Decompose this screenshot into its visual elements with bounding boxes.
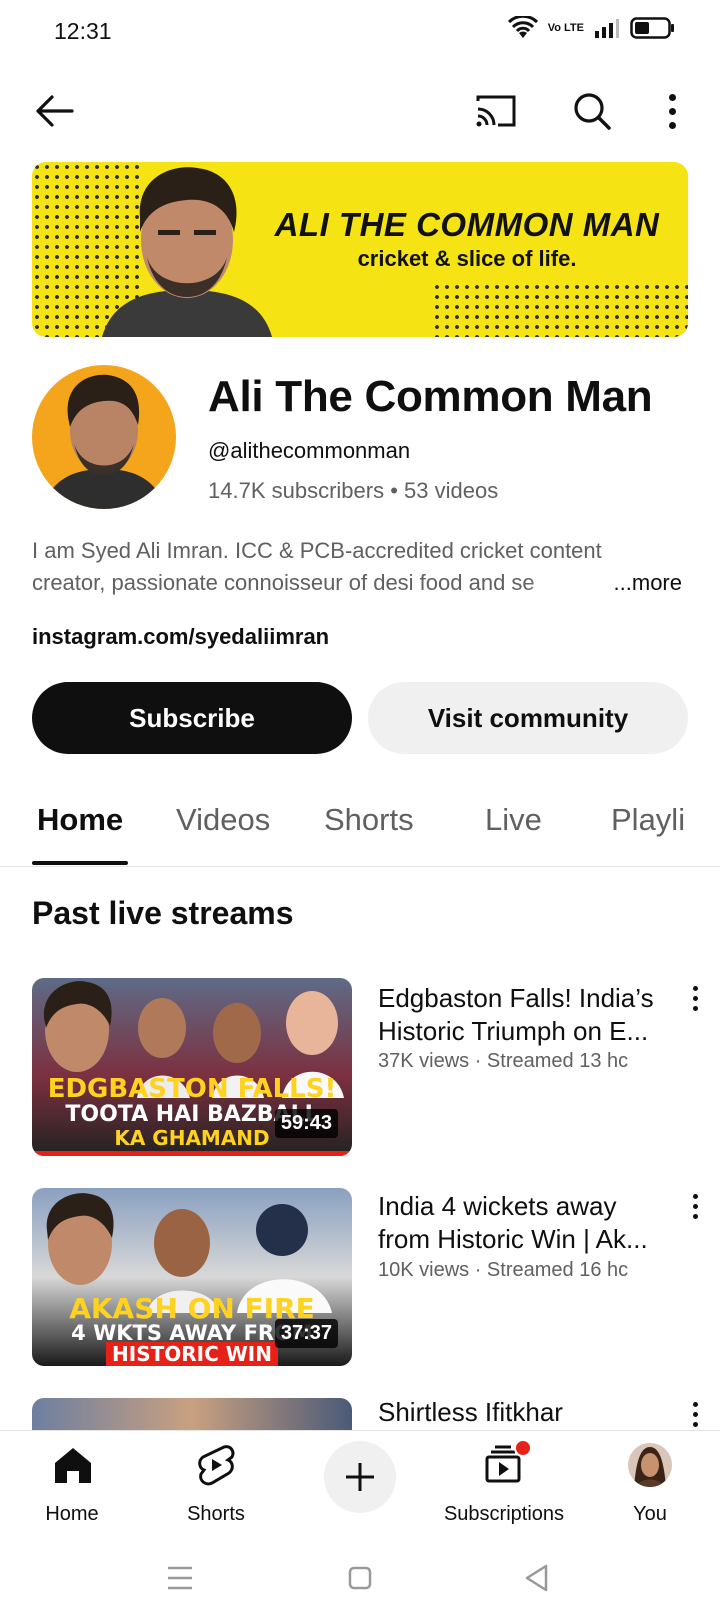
video-meta: 37K views · Streamed 13 hc [378, 1050, 629, 1072]
banner-title: ALI THE COMMON MAN [274, 206, 660, 243]
banner-subtitle: cricket & slice of life. [357, 246, 577, 271]
video-title[interactable]: Shirtless Ifitkhar [378, 1396, 670, 1429]
tab-videos[interactable]: Videos [176, 802, 270, 838]
channel-banner: ALI THE COMMON MAN cricket & slice of li… [32, 162, 688, 337]
thumbnail-caption-1: EDGBASTON FALLS! [47, 1074, 337, 1104]
more-link[interactable]: ...more [609, 567, 682, 599]
system-navigation-bar [0, 1542, 720, 1612]
subscribe-button[interactable]: Subscribe [32, 682, 352, 754]
video-duration: 37:37 [274, 1319, 338, 1348]
video-options-icon[interactable] [683, 1402, 707, 1427]
visit-community-button[interactable]: Visit community [368, 682, 688, 754]
video-thumbnail[interactable] [32, 1398, 352, 1430]
channel-stats: 14.7K subscribers • 53 videos [208, 478, 499, 503]
channel-description[interactable]: I am Syed Ali Imran. ICC & PCB-accredite… [32, 535, 682, 599]
watch-progress-bar [32, 1151, 352, 1156]
description-line-2: creator, passionate connoisseur of desi … [32, 570, 535, 595]
video-thumbnail[interactable]: AKASH ON FIRE 4 WKTS AWAY FROM HISTORIC … [32, 1188, 352, 1366]
tab-home[interactable]: Home [37, 802, 123, 838]
home-icon [55, 1448, 91, 1483]
wifi-icon [507, 16, 538, 38]
video-meta: 10K views · Streamed 16 hc [378, 1259, 629, 1281]
tab-playlists[interactable]: Playli [611, 802, 685, 838]
video-options-icon[interactable] [683, 986, 707, 1011]
search-icon[interactable] [568, 87, 616, 135]
home-button-icon[interactable] [348, 1566, 372, 1590]
shorts-icon [198, 1445, 235, 1486]
back-arrow-icon[interactable] [30, 87, 78, 135]
signal-icon [595, 19, 619, 38]
channel-name: Ali The Common Man [208, 372, 653, 421]
bottom-navigation: Home Shorts Subscriptions You [0, 1430, 720, 1543]
active-tab-indicator [32, 861, 128, 865]
notification-dot [514, 1439, 532, 1457]
video-options-icon[interactable] [683, 1194, 707, 1219]
channel-tabs: Home Videos Shorts Live Playli [0, 790, 720, 867]
recent-apps-icon[interactable] [167, 1566, 193, 1590]
plus-icon [346, 1463, 374, 1491]
video-title[interactable]: Edgbaston Falls! India’s Historic Triumph… [378, 982, 670, 1048]
status-time: 12:31 [54, 18, 112, 44]
channel-handle: @alithecommonman [208, 438, 411, 463]
channel-link[interactable]: instagram.com/syedaliimran [32, 624, 329, 650]
volte-indicator: Vo LTE [547, 22, 584, 34]
channel-avatar[interactable] [32, 365, 176, 509]
video-title[interactable]: India 4 wickets away from Historic Win | … [378, 1190, 670, 1256]
video-duration: 59:43 [274, 1109, 338, 1138]
battery-icon [630, 17, 674, 39]
description-line-1: I am Syed Ali Imran. ICC & PCB-accredite… [32, 538, 602, 563]
video-thumbnail[interactable]: EDGBASTON FALLS! TOOTA HAI BAZBALL KA GH… [32, 978, 352, 1156]
tab-shorts[interactable]: Shorts [324, 802, 414, 838]
back-button-icon[interactable] [524, 1564, 548, 1592]
cast-icon[interactable] [472, 87, 520, 135]
status-icons: Vo LTE [507, 16, 676, 40]
section-title: Past live streams [32, 895, 294, 931]
more-options-icon[interactable] [652, 87, 692, 135]
tab-live[interactable]: Live [485, 802, 542, 838]
create-button[interactable] [324, 1441, 396, 1513]
user-avatar [628, 1443, 672, 1487]
